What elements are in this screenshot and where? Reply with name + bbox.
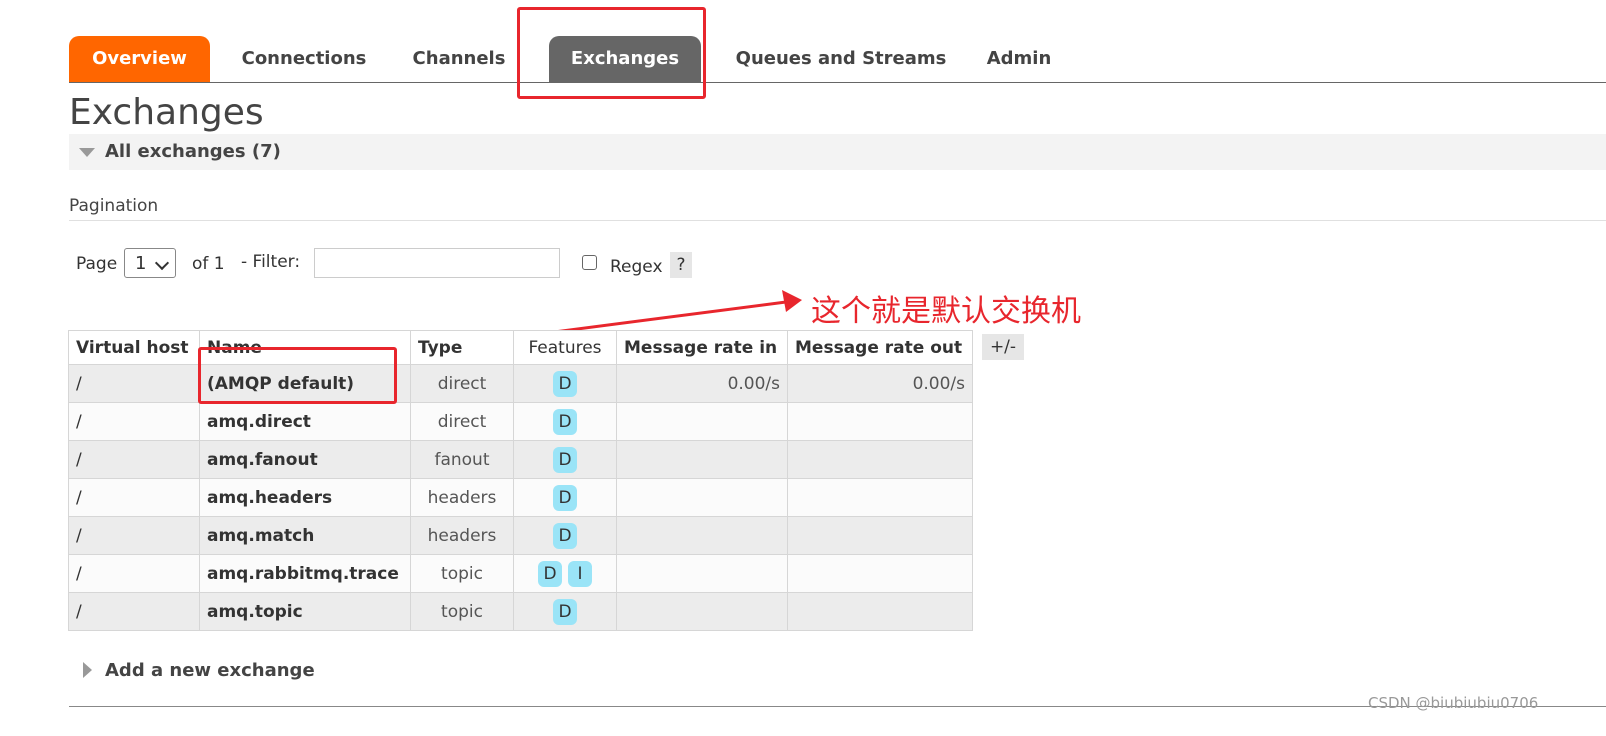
cell-rate-out [787,592,973,631]
cell-name-link[interactable]: amq.headers [199,478,411,517]
cell-features: D [513,478,617,517]
cell-vhost: / [68,440,200,479]
cell-rate-in [616,554,788,593]
feature-badge-durable: D [538,560,562,587]
cell-name-link[interactable]: amq.fanout [199,440,411,479]
cell-features: D [513,402,617,441]
cell-features: DI [513,554,617,593]
cell-vhost: / [68,554,200,593]
table-row[interactable]: / amq.topic topic D [68,592,973,631]
feature-badge-durable: D [553,598,577,625]
cell-rate-out: 0.00/s [787,364,973,403]
column-toggle-button[interactable]: +/- [982,334,1024,360]
cell-name-link[interactable]: amq.rabbitmq.trace [199,554,411,593]
cell-vhost: / [68,364,200,403]
expand-triangle-icon [83,662,92,678]
feature-badge-durable: D [553,408,577,435]
cell-type: direct [410,402,514,441]
feature-badge-durable: D [553,484,577,511]
watermark: CSDN @biubiubiu0706 [1368,694,1539,712]
col-message-rate-in[interactable]: Message rate in [616,330,788,365]
cell-rate-out [787,554,973,593]
cell-rate-out [787,516,973,555]
col-features: Features [513,330,617,365]
cell-rate-in [616,440,788,479]
cell-features: D [513,440,617,479]
cell-type: topic [410,554,514,593]
annotation-text: 这个就是默认交换机 [811,294,1081,329]
cell-features: D [513,364,617,403]
cell-type: topic [410,592,514,631]
cell-type: headers [410,478,514,517]
cell-rate-in [616,402,788,441]
table-row[interactable]: / amq.fanout fanout D [68,440,973,479]
cell-rate-out [787,478,973,517]
feature-badge-durable: D [553,446,577,473]
cell-vhost: / [68,478,200,517]
feature-badge-durable: D [553,370,577,397]
cell-rate-in [616,478,788,517]
cell-vhost: / [68,402,200,441]
cell-features: D [513,592,617,631]
col-message-rate-out[interactable]: Message rate out [787,330,973,365]
feature-badge-durable: D [553,522,577,549]
cell-vhost: / [68,516,200,555]
table-row[interactable]: / amq.headers headers D [68,478,973,517]
col-type[interactable]: Type [410,330,514,365]
col-virtual-host[interactable]: Virtual host [68,330,200,365]
table-row[interactable]: / amq.direct direct D [68,402,973,441]
cell-type: headers [410,516,514,555]
cell-type: direct [410,364,514,403]
table-row[interactable]: / amq.rabbitmq.trace topic DI [68,554,973,593]
cell-name-link[interactable]: amq.topic [199,592,411,631]
cell-name-link[interactable]: amq.direct [199,402,411,441]
cell-rate-in [616,592,788,631]
cell-type: fanout [410,440,514,479]
add-exchange-label: Add a new exchange [105,660,315,681]
cell-rate-in [616,516,788,555]
cell-vhost: / [68,592,200,631]
cell-name-link[interactable]: amq.match [199,516,411,555]
cell-features: D [513,516,617,555]
table-row[interactable]: / amq.match headers D [68,516,973,555]
cell-rate-out [787,402,973,441]
feature-badge-internal: I [568,560,592,587]
cell-rate-in: 0.00/s [616,364,788,403]
cell-rate-out [787,440,973,479]
amqp-default-highlight [198,347,397,404]
